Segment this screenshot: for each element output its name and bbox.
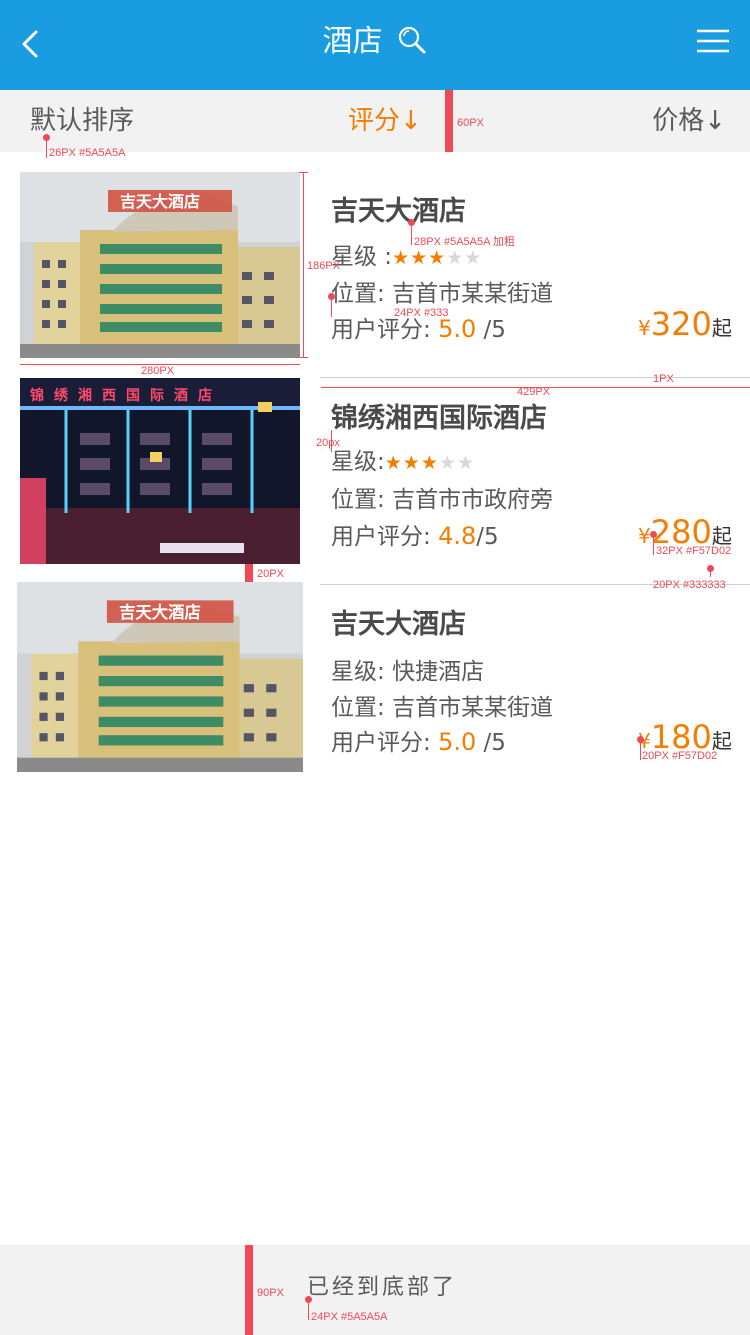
annotation-label: 20px [316, 437, 340, 449]
hotel-photo-1[interactable]: 吉天大酒店 [20, 172, 300, 358]
hotel-location-row: 位置: 吉首市市政府旁 [331, 480, 553, 514]
hotel-star-row: 星级:★★★★★ [331, 442, 475, 476]
location-value: 吉首市市政府旁 [392, 487, 554, 513]
price-currency: ¥ [638, 524, 651, 548]
header-title-group: 酒店 [0, 0, 750, 90]
search-icon[interactable] [396, 24, 428, 56]
rating-max: /5 [476, 524, 499, 550]
location-label: 位置: [331, 281, 385, 307]
annotation-label: 26PX #5A5A5A [49, 147, 126, 159]
annotation-line [46, 138, 47, 158]
annotation-line [331, 297, 332, 317]
star-label: 星级: [331, 449, 385, 475]
annotation-label: 20PX [257, 568, 284, 580]
star-text: 快捷酒店 [392, 659, 485, 685]
app-header: 酒店 [0, 0, 750, 90]
rating-value: 5.0 [438, 728, 477, 756]
sort-rating-button[interactable]: 评分↓ [348, 90, 422, 152]
hotel-name[interactable]: 吉天大酒店 [331, 602, 466, 641]
list-divider [320, 377, 750, 378]
annotation-label: 24PX #333 [394, 307, 449, 319]
rating-value: 5.0 [438, 315, 477, 343]
star-icon: ★ [410, 247, 429, 269]
rating-value: 4.8 [438, 522, 477, 550]
sort-price-button[interactable]: 价格↓ [652, 90, 726, 152]
annotation-label: 186PX [307, 260, 341, 272]
annotation-label: 28PX #5A5A5A 加粗 [414, 236, 515, 248]
hotel-name[interactable]: 锦绣湘西国际酒店 [331, 396, 547, 435]
annotation-label: 90PX [257, 1287, 284, 1299]
annotation-label: 60PX [457, 117, 484, 129]
star-label: 星级 : [331, 244, 393, 270]
annotation-label: 429PX [517, 386, 551, 398]
annotation-bar [245, 564, 253, 582]
annotation-bar [245, 1245, 253, 1335]
annotation-label: 1PX [653, 373, 674, 385]
price-currency: ¥ [638, 316, 651, 340]
price-value: 320 [650, 305, 712, 343]
hotel-price: ¥320起 [638, 305, 732, 343]
hotel-rating-row: 用户评分: 5.0 /5 [331, 723, 506, 757]
photo-sign-text: 吉天大酒店 [119, 603, 201, 622]
star-empty-icon: ★ [446, 247, 465, 269]
annotation-label: 24PX #5A5A5A [311, 1311, 388, 1323]
annotation-line [303, 172, 304, 358]
star-icon: ★ [402, 452, 421, 474]
hotel-rating-row: 用户评分: 4.8/5 [331, 517, 499, 551]
hotel-star-row: 星级: 快捷酒店 [331, 652, 484, 686]
annotation-label: 32PX #F57D02 [656, 545, 732, 557]
menu-icon[interactable] [696, 28, 730, 54]
star-empty-icon: ★ [464, 247, 483, 269]
star-icon: ★ [428, 247, 447, 269]
photo-sign-text: 锦绣湘西国际酒店 [30, 387, 222, 404]
hotel-location-row: 位置: 吉首市某某街道 [331, 274, 553, 308]
annotation-line [640, 740, 641, 760]
hotel-name[interactable]: 吉天大酒店 [331, 189, 466, 228]
annotation-line [710, 569, 711, 577]
star-label: 星级: [331, 659, 385, 685]
star-empty-icon: ★ [456, 452, 475, 474]
star-icon: ★ [392, 247, 411, 269]
annotation-label: 20PX #333333 [653, 579, 726, 591]
rating-label: 用户评分: [331, 730, 431, 756]
annotation-line [299, 172, 308, 173]
rating-max: /5 [483, 317, 506, 343]
photo-sign-text: 吉天大酒店 [120, 192, 200, 211]
location-label: 位置: [331, 695, 385, 721]
rating-max: /5 [483, 730, 506, 756]
location-value: 吉首市某某街道 [392, 281, 554, 307]
rating-label: 用户评分: [331, 524, 431, 550]
page-title: 酒店 [322, 24, 383, 59]
annotation-line [308, 1300, 309, 1320]
sort-bar: 默认排序 评分↓ 价格↓ [0, 90, 750, 152]
star-empty-icon: ★ [438, 452, 457, 474]
annotation-label: 280PX [141, 365, 175, 377]
price-suffix: 起 [711, 316, 732, 340]
star-icon: ★ [384, 452, 403, 474]
rating-label: 用户评分: [331, 317, 431, 343]
annotation-line [299, 357, 308, 358]
hotel-location-row: 位置: 吉首市某某街道 [331, 688, 553, 722]
hotel-photo-2[interactable]: 锦绣湘西国际酒店 [20, 378, 300, 564]
hotel-photo-3[interactable]: 吉天大酒店 [16, 582, 304, 772]
annotation-bar [445, 90, 453, 152]
location-label: 位置: [331, 487, 385, 513]
annotation-label: 20PX #F57D02 [642, 750, 718, 762]
location-value: 吉首市某某街道 [392, 695, 554, 721]
annotation-line [653, 535, 654, 555]
annotation-line [411, 223, 412, 245]
star-icon: ★ [420, 452, 439, 474]
